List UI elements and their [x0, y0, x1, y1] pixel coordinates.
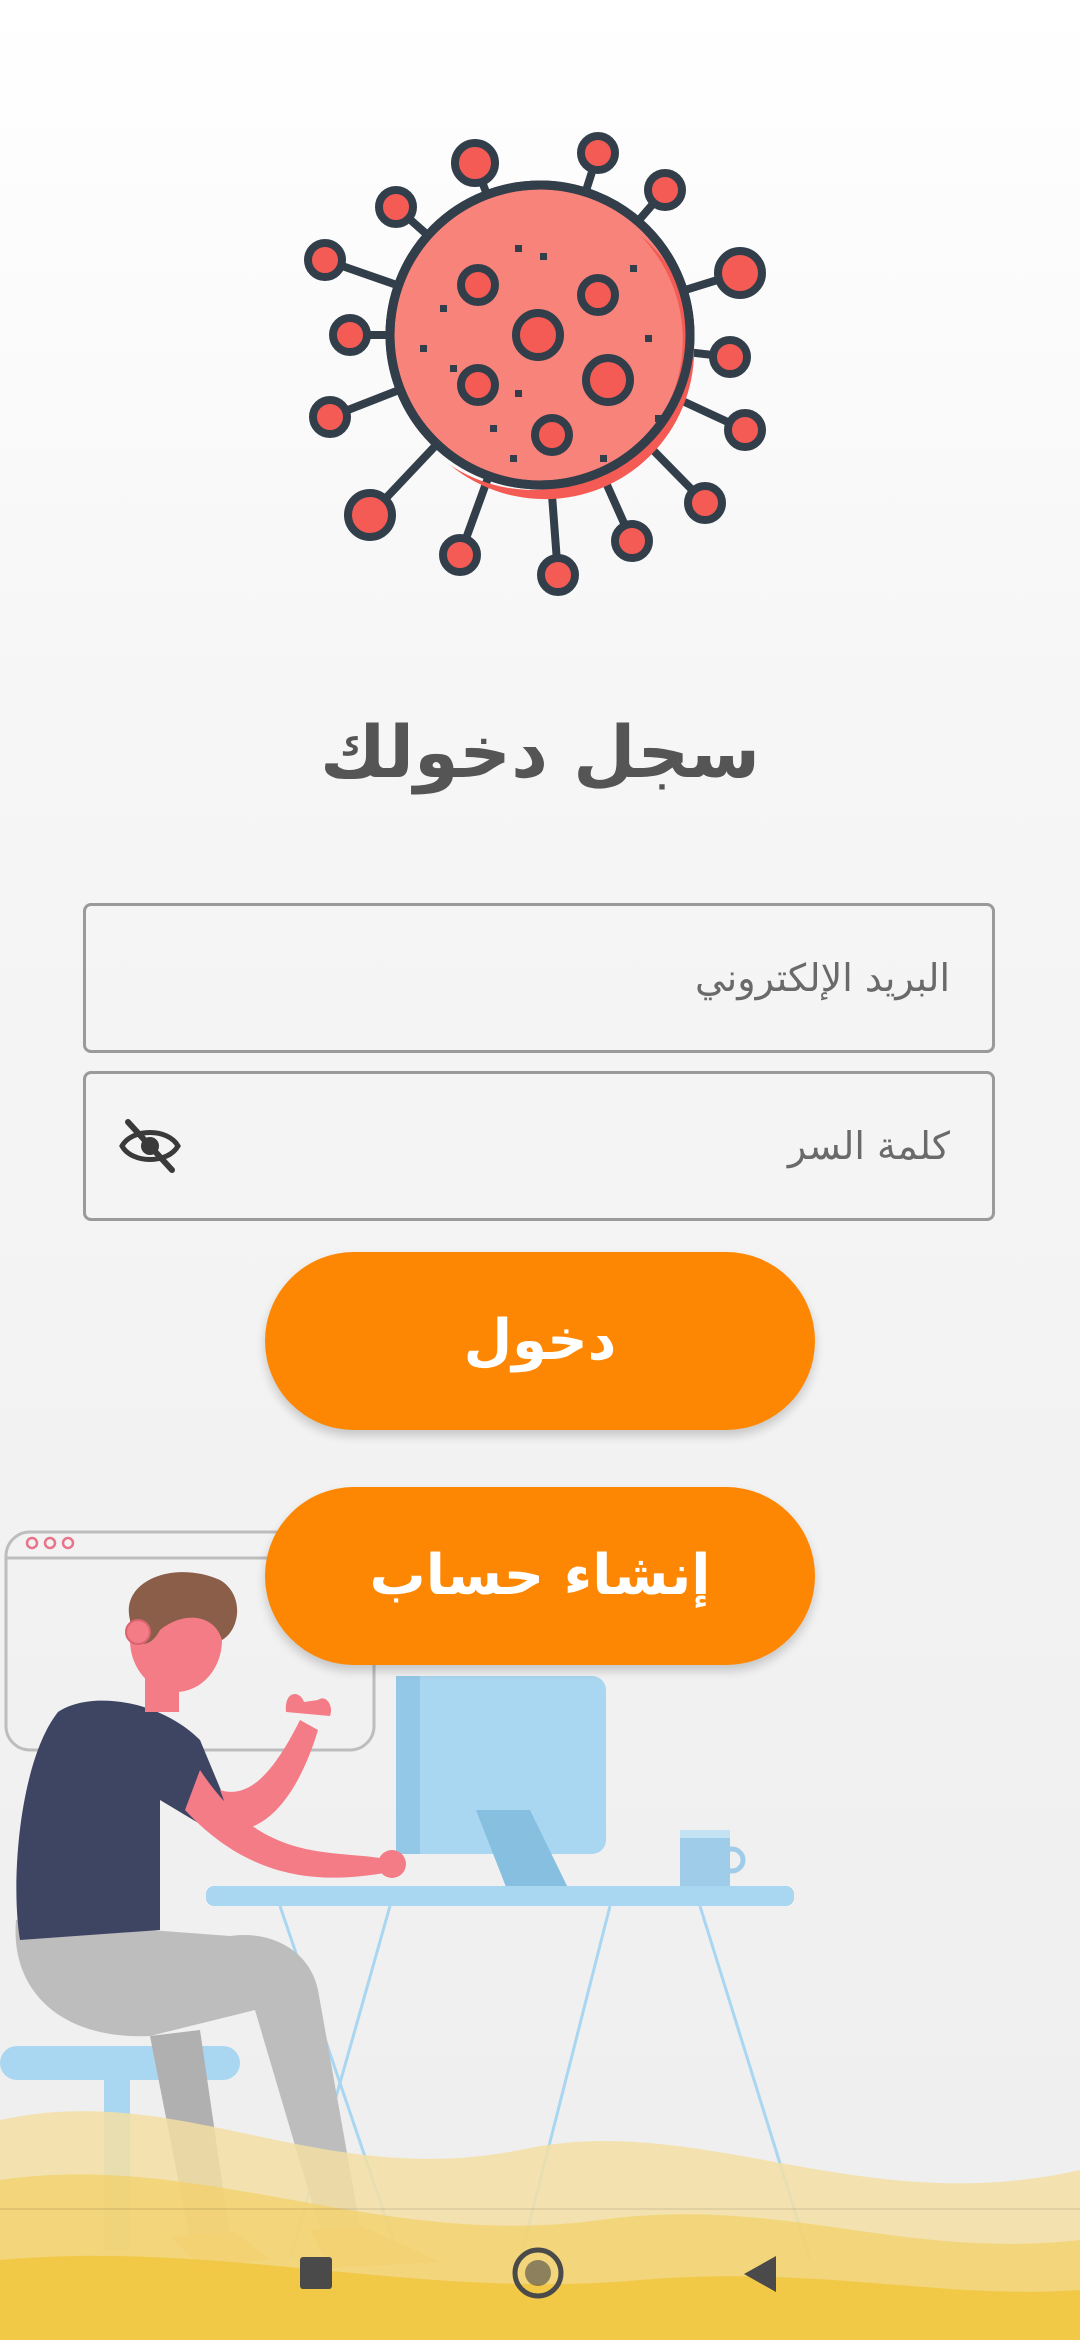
triangle-back-icon[interactable] [744, 2256, 776, 2292]
email-field[interactable]: البريد الإلكتروني [83, 903, 995, 1053]
password-field[interactable]: كلمة السر [83, 1071, 995, 1221]
square-icon[interactable] [300, 2257, 332, 2289]
circle-icon[interactable] [512, 2247, 564, 2299]
page-title: سجل دخولك [319, 710, 761, 794]
system-navigation-bar [300, 2247, 776, 2299]
email-placeholder: البريد الإلكتروني [695, 956, 950, 1000]
password-placeholder: كلمة السر [787, 1124, 950, 1168]
signup-button[interactable]: إنشاء حساب [265, 1487, 815, 1665]
virus-logo-icon [304, 132, 766, 596]
eye-off-icon[interactable] [118, 1118, 182, 1174]
login-button[interactable]: دخول [265, 1252, 815, 1430]
